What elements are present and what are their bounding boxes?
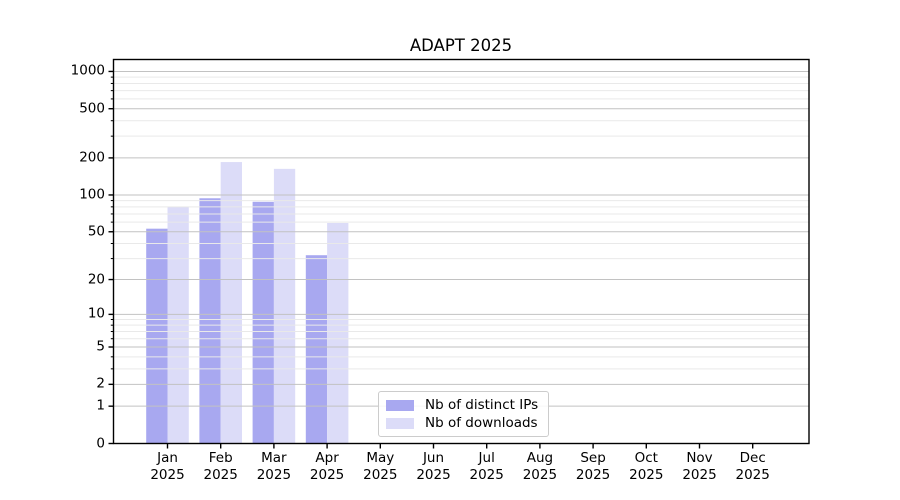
- y-tick-label: 5: [96, 338, 105, 355]
- chart-canvas: ADAPT 2025 0 1 2 5 10 20 50 100 200 500 1000 Jan 20…: [0, 0, 900, 500]
- y-tick-label: 200: [79, 149, 105, 166]
- legend-swatch-downloads: [386, 417, 414, 429]
- bar-feb-downloads: [220, 162, 242, 444]
- bar-mar-downloads: [273, 168, 296, 444]
- legend-label: Nb of downloads: [425, 415, 538, 431]
- x-tick-label: Dec 2025: [735, 450, 770, 483]
- legend: Nb of distinct IPs Nb of downloads: [378, 391, 549, 437]
- y-tick-label: 50: [87, 223, 105, 240]
- y-tick-label: 20: [87, 270, 105, 287]
- bar-feb-ips: [199, 198, 221, 444]
- y-tick-label: 0: [96, 434, 105, 451]
- y-tick-label: 500: [79, 100, 105, 117]
- legend-label: Nb of distinct IPs: [425, 397, 539, 413]
- y-tick-label: 2: [96, 375, 105, 392]
- y-tick-label: 1000: [70, 62, 105, 79]
- bar-jan-ips: [146, 228, 168, 444]
- y-tick-label: 10: [87, 305, 105, 322]
- y-tick-label: 100: [79, 186, 105, 203]
- bars: [146, 162, 349, 444]
- bar-apr-downloads: [327, 223, 349, 444]
- legend-entry: Nb of distinct IPs: [386, 396, 540, 414]
- legend-entry: Nb of downloads: [386, 414, 540, 432]
- legend-swatch-ips: [386, 399, 414, 411]
- bar-apr-ips: [305, 255, 328, 444]
- y-tick-label: 1: [96, 397, 105, 414]
- bar-mar-ips: [252, 201, 274, 444]
